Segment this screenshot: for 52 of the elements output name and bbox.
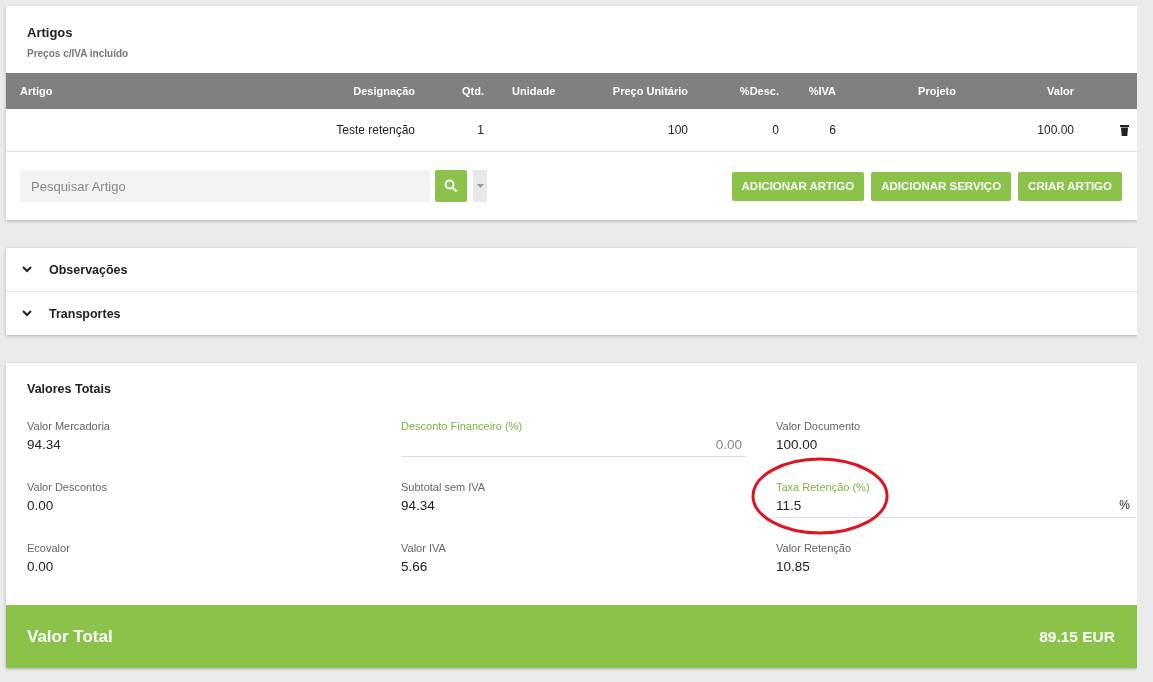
column-header: %Desc. [738,85,779,97]
card-title: Valores Totais [26,381,112,398]
field-label: Ecovalor [27,542,71,554]
table-cell-text: 100.00 [1036,123,1074,137]
field-value: 94.34 [401,498,436,513]
field-label: Taxa Retenção (%) [776,481,871,493]
column-header: Unidade [511,85,557,97]
field-label: Valor Mercadoria [27,420,111,432]
field-value: 0.00 [27,498,55,513]
field-label: Desconto Financeiro (%) [401,420,524,432]
total-value: 89.15 EUR [1039,627,1115,646]
field-value: 5.66 [401,559,429,574]
field-label: Valor Documento [776,420,862,432]
field-label: Valor Retenção [776,542,852,554]
total-label: Valor Total [27,626,113,647]
field-value: 0.00 [27,559,55,574]
table-cell-text: 100 [666,123,688,137]
column-header: Qtd. [461,85,484,97]
card-subtitle: Preços c/IVA incluído [27,48,130,59]
field-label: Subtotal sem IVA [401,481,487,493]
unit-suffix: % [1119,498,1131,512]
column-header: Projeto [917,85,957,97]
table-cell-text: 0 [771,123,779,137]
chevron-down-icon [22,310,32,317]
column-header: Artigo [19,85,54,97]
action-button[interactable]: ADICIONAR ARTIGO [731,171,865,201]
collapsible-section[interactable]: Transportes [6,292,1137,335]
table-cell-text: 1 [476,123,484,137]
field-label: Valor IVA [401,542,447,554]
field-value: 100.00 [776,437,819,452]
field-label: Valor Descontos [27,481,108,493]
input-field[interactable]: 0.00 [401,432,746,457]
column-header: Designação [352,85,415,97]
collapsible-section[interactable]: Observações [6,248,1137,292]
table-cell-text: Teste retenção [335,123,415,137]
field-value: 10.85 [776,559,811,574]
card-title: Artigos [27,25,74,40]
search-field[interactable]: Pesquisar Artigo [20,170,430,202]
column-header: Valor [1046,85,1074,97]
field-value: 94.34 [27,437,62,452]
trash-icon[interactable] [1120,124,1129,136]
column-header: Preço Unitário [611,85,688,97]
caret-icon [476,184,484,188]
search-icon [444,179,458,193]
table-cell-text: 6 [828,123,837,137]
chevron-down-icon [22,266,32,273]
action-button[interactable]: CRIAR ARTIGO [1018,171,1122,201]
search-button[interactable] [435,170,467,202]
dropdown-button[interactable] [473,170,487,202]
column-header: %IVA [807,85,837,97]
action-button[interactable]: ADICIONAR SERVIÇO [871,171,1012,201]
input-field[interactable]: 11.5 % [776,493,1136,518]
